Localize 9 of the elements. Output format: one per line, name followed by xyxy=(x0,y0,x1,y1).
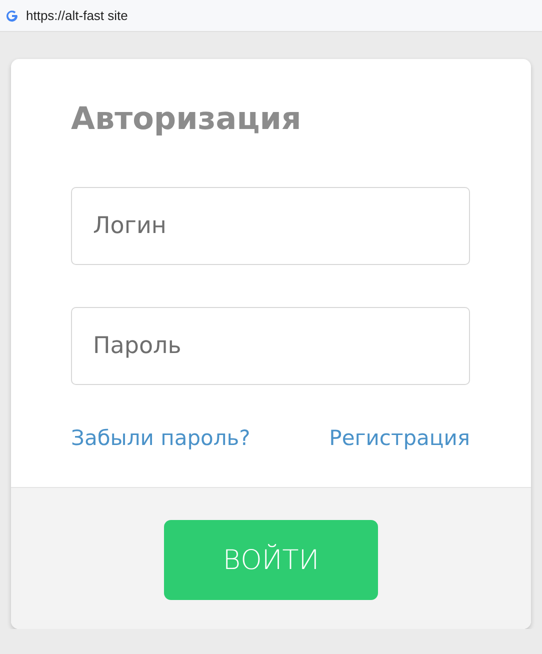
url-text: https://alt-fast site xyxy=(26,8,128,23)
address-bar[interactable]: https://alt-fast site xyxy=(0,0,542,32)
input-field[interactable]: Логин xyxy=(71,187,470,265)
google-icon xyxy=(6,10,18,22)
link[interactable]: Регистрация xyxy=(329,423,470,453)
form-title: Авторизация xyxy=(71,100,302,139)
link[interactable]: Забыли пароль? xyxy=(71,423,250,453)
input-field[interactable]: Пароль xyxy=(71,307,470,385)
login-button[interactable]: ВОЙТИ xyxy=(164,520,378,600)
